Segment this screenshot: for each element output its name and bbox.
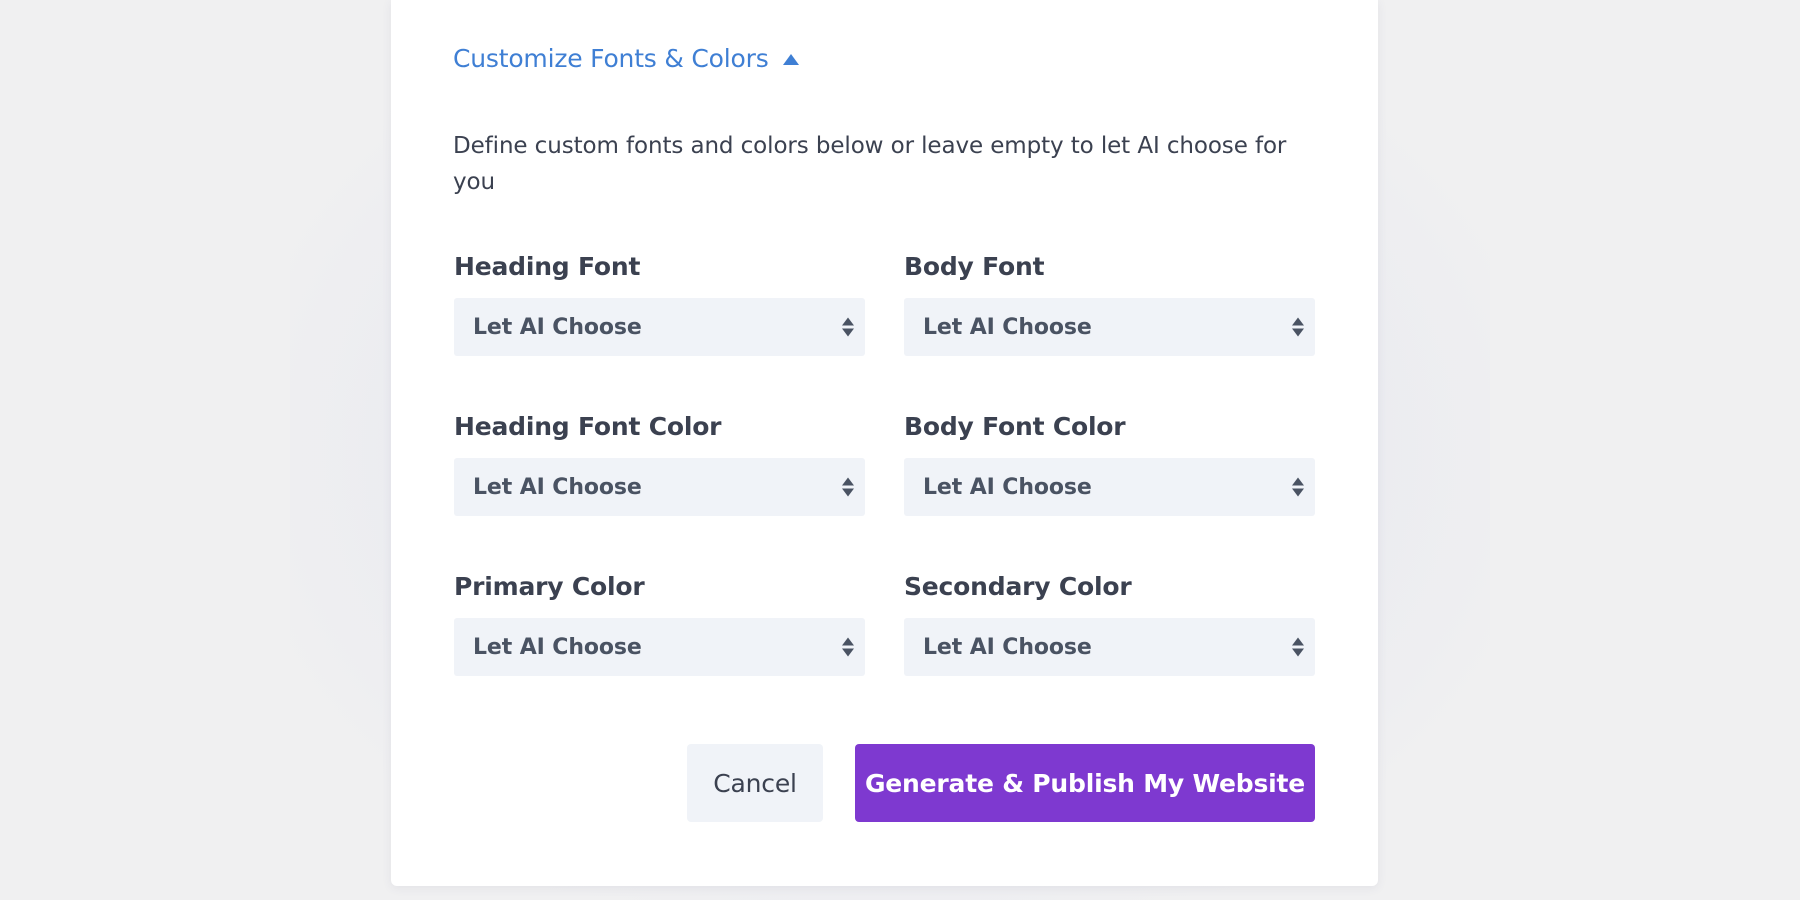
field-label: Body Font	[904, 252, 1045, 281]
primary-color-select[interactable]: Let AI Choose	[454, 618, 865, 676]
body-font-select[interactable]: Let AI Choose	[904, 298, 1315, 356]
field-label: Secondary Color	[904, 572, 1132, 601]
section-description: Define custom fonts and colors below or …	[453, 133, 1287, 195]
customize-card: Customize Fonts & Colors Define custom f…	[391, 0, 1378, 886]
cancel-button[interactable]: Cancel	[687, 744, 823, 822]
heading-font-color-select[interactable]: Let AI Choose	[454, 458, 865, 516]
select-arrows-icon	[1292, 637, 1304, 657]
select-arrows-icon	[1292, 477, 1304, 497]
body-font-color-field: Body Font Color Let AI Choose	[904, 410, 1315, 516]
field-label: Primary Color	[454, 572, 645, 601]
select-value: Let AI Choose	[473, 314, 642, 340]
heading-font-field: Heading Font Let AI Choose	[454, 250, 865, 356]
select-value: Let AI Choose	[923, 474, 1092, 500]
primary-color-field: Primary Color Let AI Choose	[454, 570, 865, 676]
select-value: Let AI Choose	[473, 474, 642, 500]
select-arrows-icon	[842, 477, 854, 497]
body-font-color-select[interactable]: Let AI Choose	[904, 458, 1315, 516]
secondary-color-select[interactable]: Let AI Choose	[904, 618, 1315, 676]
body-font-field: Body Font Let AI Choose	[904, 250, 1315, 356]
select-value: Let AI Choose	[923, 634, 1092, 660]
generate-publish-button[interactable]: Generate & Publish My Website	[855, 744, 1315, 822]
customize-fonts-colors-toggle[interactable]: Customize Fonts & Colors	[453, 44, 799, 73]
field-label: Heading Font	[454, 252, 641, 281]
heading-font-color-field: Heading Font Color Let AI Choose	[454, 410, 865, 516]
heading-font-select[interactable]: Let AI Choose	[454, 298, 865, 356]
select-value: Let AI Choose	[473, 634, 642, 660]
select-arrows-icon	[1292, 317, 1304, 337]
select-arrows-icon	[842, 317, 854, 337]
field-label: Heading Font Color	[454, 412, 722, 441]
toggle-label: Customize Fonts & Colors	[453, 44, 769, 73]
select-arrows-icon	[842, 637, 854, 657]
field-label: Body Font Color	[904, 412, 1126, 441]
select-value: Let AI Choose	[923, 314, 1092, 340]
secondary-color-field: Secondary Color Let AI Choose	[904, 570, 1315, 676]
caret-up-icon	[782, 54, 799, 65]
